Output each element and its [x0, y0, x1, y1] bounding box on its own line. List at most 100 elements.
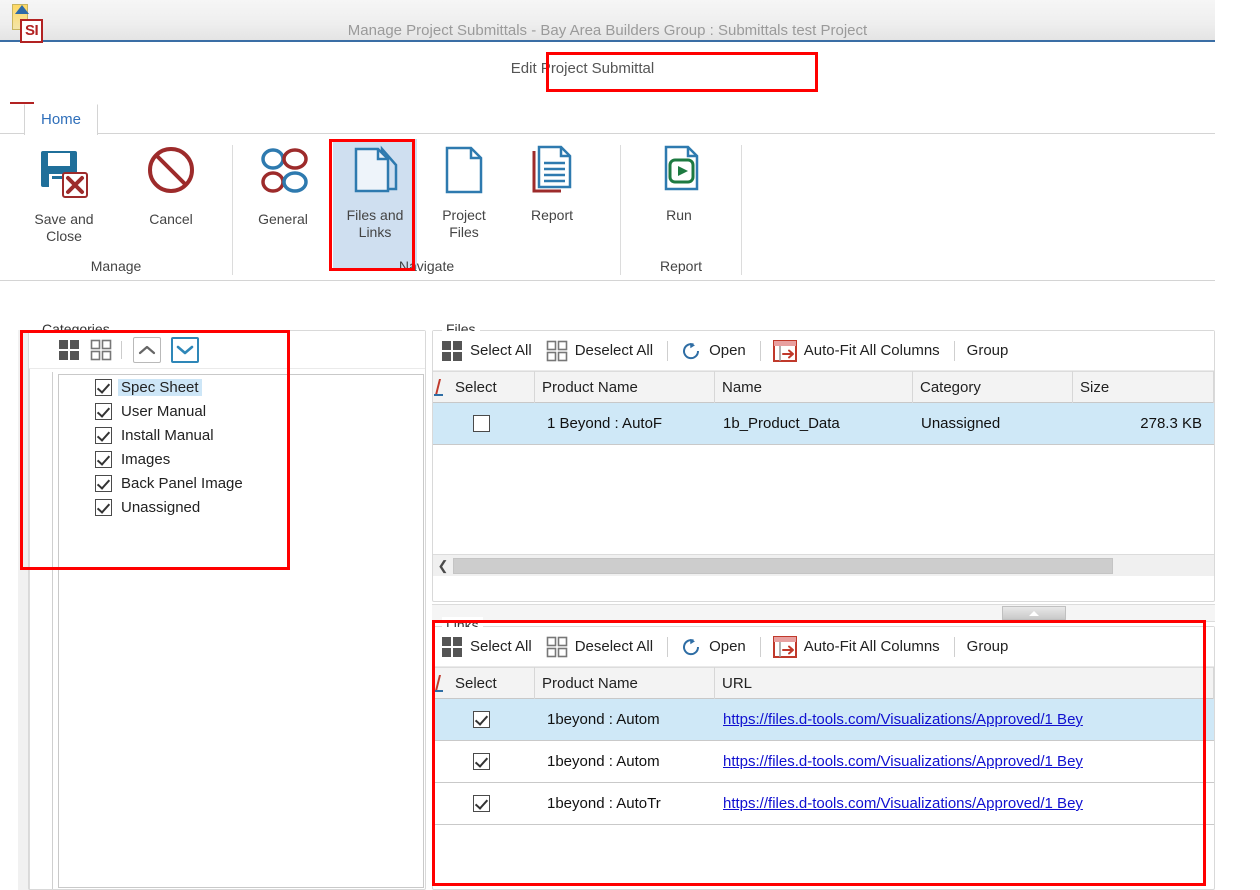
- list-item[interactable]: User Manual: [59, 399, 423, 423]
- ribbon-button-save-and-close[interactable]: Save and Close: [14, 139, 114, 245]
- category-checkbox[interactable]: [95, 378, 112, 396]
- category-label: User Manual: [121, 402, 207, 420]
- files-deselect-all-button[interactable]: Deselect All: [546, 340, 653, 362]
- column-header-product-name[interactable]: Product Name: [535, 371, 715, 403]
- column-header-category[interactable]: Category: [913, 371, 1073, 403]
- open-refresh-icon: [680, 636, 702, 658]
- list-item[interactable]: Back Panel Image: [59, 471, 423, 495]
- ribbon-button-label: Cancel: [149, 211, 193, 227]
- links-grid-header: Select Product Name URL: [433, 667, 1214, 699]
- project-files-icon: [433, 143, 495, 201]
- deselect-all-icon: [546, 340, 568, 362]
- ribbon-button-project-files[interactable]: Project Files: [423, 139, 505, 241]
- categories-list[interactable]: Spec Sheet User Manual Install Manual Im…: [58, 374, 424, 888]
- ribbon-button-label: Files and Links: [346, 207, 404, 240]
- files-links-splitter[interactable]: [432, 604, 1215, 622]
- list-item[interactable]: Images: [59, 447, 423, 471]
- ribbon-tabstrip: Home: [0, 104, 1215, 135]
- links-group-button[interactable]: Group: [967, 638, 1009, 655]
- url-link[interactable]: https://files.d-tools.com/Visualizations…: [723, 795, 1083, 812]
- column-header-product-name[interactable]: Product Name: [535, 667, 715, 699]
- ribbon-button-report[interactable]: Report: [511, 139, 593, 224]
- category-label: Images: [121, 450, 171, 468]
- row-select-cell[interactable]: [433, 403, 535, 445]
- links-open-button[interactable]: Open: [680, 636, 746, 658]
- ribbon-button-label: Project Files: [442, 207, 486, 240]
- files-group-button[interactable]: Group: [967, 342, 1009, 359]
- files-open-button[interactable]: Open: [680, 340, 746, 362]
- ribbon-item-divider: [331, 145, 332, 263]
- row-checkbox[interactable]: [472, 753, 490, 770]
- auto-fit-icon: [772, 635, 797, 658]
- ribbon-button-cancel[interactable]: Cancel: [128, 139, 214, 228]
- splitter-collapse-button[interactable]: [1002, 606, 1066, 620]
- links-panel: Links Select All Deselect All Open Auto-…: [432, 617, 1215, 890]
- row-select-cell[interactable]: [433, 699, 535, 741]
- files-select-all-button[interactable]: Select All: [441, 340, 532, 362]
- row-checkbox[interactable]: [472, 795, 490, 812]
- list-item[interactable]: Unassigned: [59, 495, 423, 519]
- scroll-left-arrow-icon[interactable]: ❮: [433, 556, 453, 576]
- row-select-cell[interactable]: [433, 741, 535, 783]
- chevron-down-icon: [175, 343, 195, 357]
- category-checkbox[interactable]: [95, 474, 112, 492]
- ribbon-button-general[interactable]: General: [237, 139, 329, 228]
- category-checkbox[interactable]: [95, 426, 112, 444]
- categories-deselect-all-button[interactable]: [87, 337, 115, 363]
- row-checkbox[interactable]: [472, 711, 490, 728]
- column-header-url[interactable]: URL: [715, 667, 1214, 699]
- list-item[interactable]: Install Manual: [59, 423, 423, 447]
- cell-product-name: 1beyond : Autom: [547, 711, 660, 728]
- select-all-icon: [441, 340, 463, 362]
- ribbon-group-label-manage: Manage: [90, 258, 142, 274]
- column-header-select[interactable]: Select: [433, 667, 535, 699]
- categories-expand-all-button[interactable]: [171, 337, 199, 363]
- files-horizontal-scrollbar[interactable]: ❮: [433, 554, 1214, 576]
- scrollbar-thumb[interactable]: [453, 557, 1113, 574]
- row-select-cell[interactable]: [433, 783, 535, 825]
- links-deselect-all-button[interactable]: Deselect All: [546, 636, 653, 658]
- ribbon-button-run[interactable]: Run: [639, 139, 719, 224]
- ribbon-bottom-border: [0, 280, 1215, 281]
- files-panel: Files Select All Deselect All Open Auto-…: [432, 321, 1215, 602]
- files-auto-fit-button[interactable]: Auto-Fit All Columns: [772, 339, 940, 362]
- links-grid-body: 1beyond : Autom https://files.d-tools.co…: [433, 699, 1214, 888]
- report-icon: [521, 143, 583, 201]
- toolbar-label: Open: [709, 638, 746, 655]
- cell-product-name: 1beyond : AutoTr: [547, 795, 661, 812]
- clipped-region: [1215, 0, 1260, 890]
- column-header-size[interactable]: Size: [1073, 371, 1214, 403]
- ribbon: Home Save and Close Cancel Manage Genera…: [0, 104, 1215, 306]
- cell-url[interactable]: https://files.d-tools.com/Visualizations…: [715, 699, 1214, 741]
- files-grid-body: 1 Beyond : AutoF 1b_Product_Data Unassig…: [433, 403, 1214, 554]
- category-checkbox[interactable]: [95, 498, 112, 516]
- cell-url[interactable]: https://files.d-tools.com/Visualizations…: [715, 741, 1214, 783]
- table-row[interactable]: 1 Beyond : AutoF 1b_Product_Data Unassig…: [433, 403, 1214, 445]
- toolbar-divider: [759, 340, 761, 361]
- category-checkbox[interactable]: [95, 402, 112, 420]
- tab-home[interactable]: Home: [24, 104, 99, 135]
- url-link[interactable]: https://files.d-tools.com/Visualizations…: [723, 711, 1083, 728]
- categories-select-all-button[interactable]: [55, 337, 83, 363]
- cell-url[interactable]: https://files.d-tools.com/Visualizations…: [715, 783, 1214, 825]
- table-row[interactable]: 1beyond : Autom https://files.d-tools.co…: [433, 741, 1214, 783]
- row-checkbox[interactable]: [472, 415, 490, 432]
- category-checkbox[interactable]: [95, 450, 112, 468]
- links-auto-fit-button[interactable]: Auto-Fit All Columns: [772, 635, 940, 658]
- ribbon-button-files-and-links[interactable]: Files and Links: [333, 139, 417, 269]
- category-label: Spec Sheet: [118, 378, 202, 396]
- column-header-name[interactable]: Name: [715, 371, 913, 403]
- toolbar-label: Auto-Fit All Columns: [803, 342, 940, 359]
- run-report-icon: [648, 143, 710, 201]
- ribbon-group-label-navigate: Navigate: [398, 258, 455, 274]
- table-row[interactable]: 1beyond : Autom https://files.d-tools.co…: [433, 699, 1214, 741]
- url-link[interactable]: https://files.d-tools.com/Visualizations…: [723, 753, 1083, 770]
- list-item[interactable]: Spec Sheet: [59, 375, 423, 399]
- cell-name: 1b_Product_Data: [723, 415, 840, 432]
- column-header-select[interactable]: Select: [433, 371, 535, 403]
- ribbon-button-label: Report: [530, 207, 574, 223]
- links-select-all-button[interactable]: Select All: [441, 636, 532, 658]
- table-row[interactable]: 1beyond : AutoTr https://files.d-tools.c…: [433, 783, 1214, 825]
- ribbon-group-report: Run Report: [621, 135, 741, 280]
- categories-collapse-all-button[interactable]: [133, 337, 161, 363]
